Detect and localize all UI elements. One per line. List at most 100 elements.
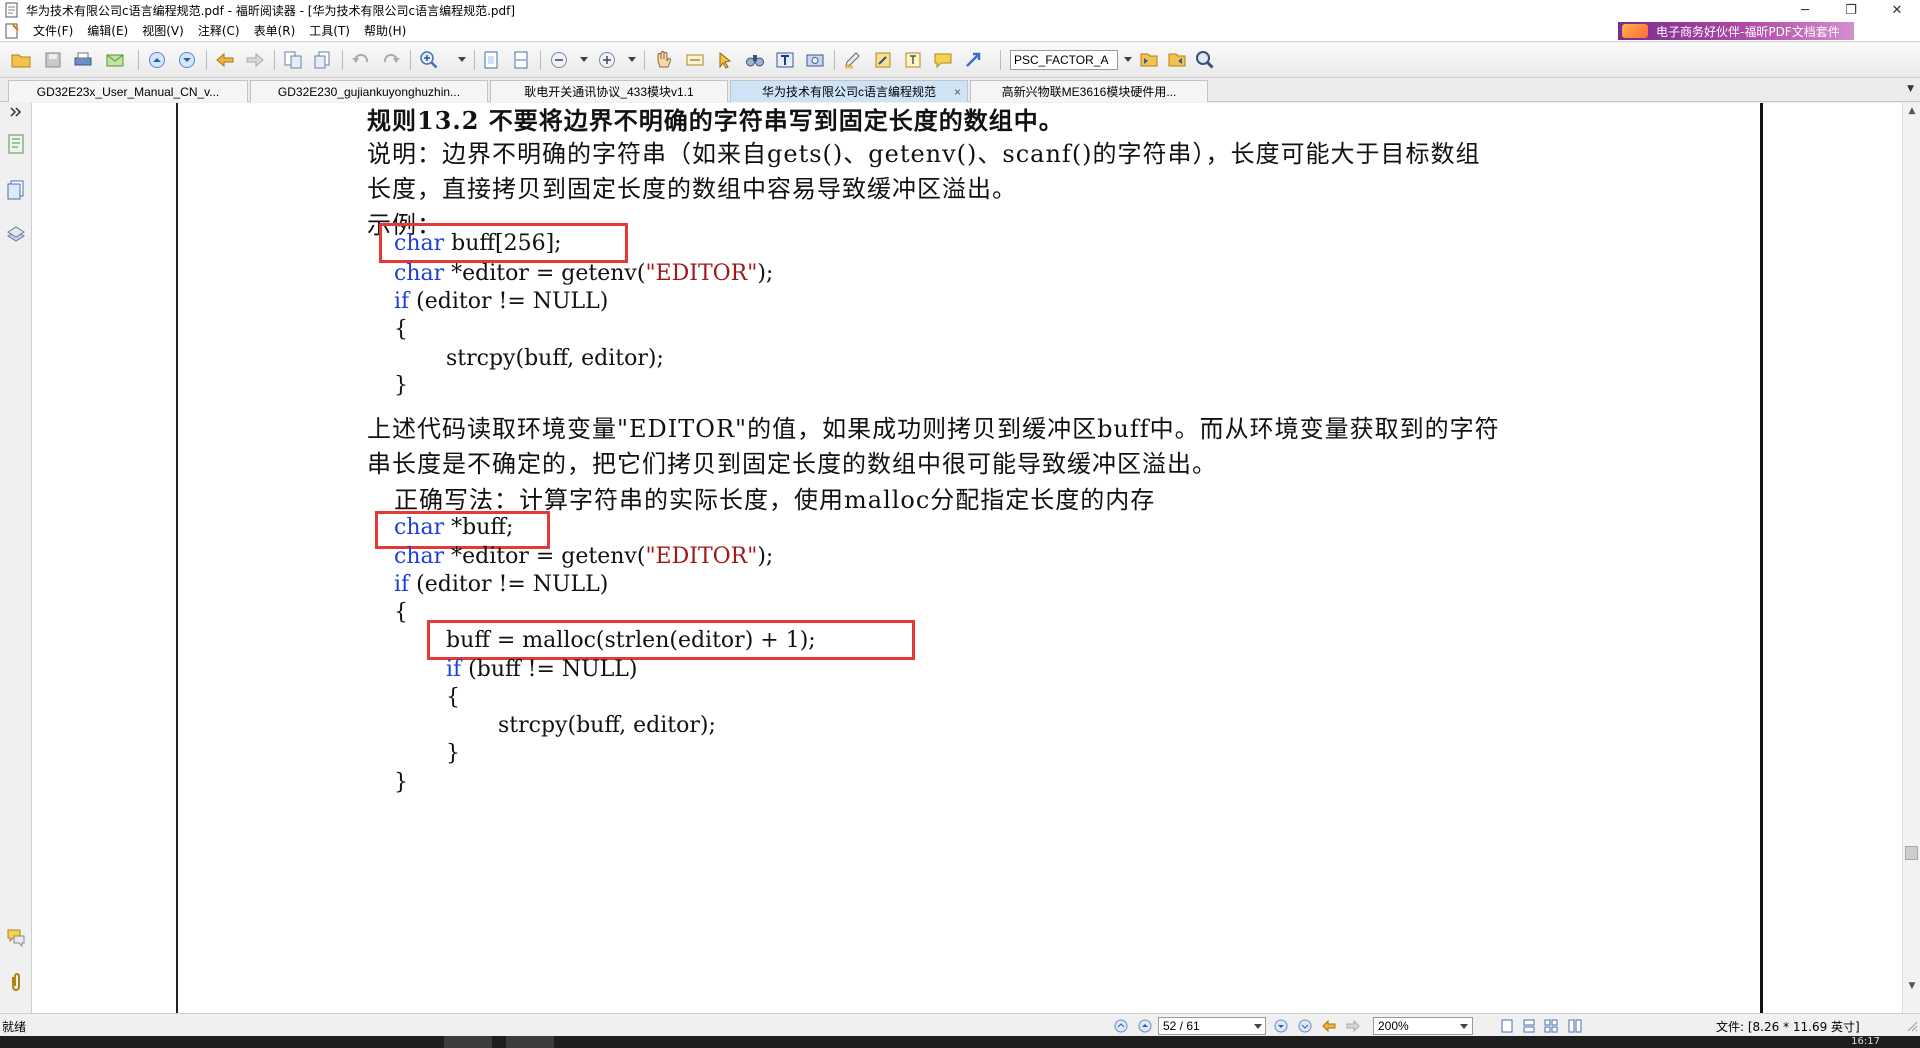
foxit-app-icon (5, 2, 18, 18)
code-line: char *editor = getenv("EDITOR"); (394, 261, 774, 286)
bookmarks-panel-icon[interactable] (5, 133, 27, 155)
zoom-plus-dropdown-icon[interactable] (628, 57, 636, 62)
email-icon[interactable] (104, 49, 126, 71)
attachments-panel-icon[interactable] (5, 971, 27, 993)
restore-button[interactable]: ❐ (1828, 0, 1874, 20)
zoom-out-icon[interactable] (548, 49, 570, 71)
expand-panel-icon[interactable] (5, 105, 27, 119)
two-page-view-icon[interactable] (1568, 1019, 1582, 1033)
go-back-icon[interactable] (1322, 1019, 1336, 1033)
forward-arrow-icon[interactable] (244, 49, 266, 71)
advanced-search-icon[interactable] (1194, 49, 1216, 71)
menu-help[interactable]: 帮助(H) (357, 22, 413, 39)
code-line: { (394, 317, 408, 342)
zoom-dropdown-icon[interactable] (458, 57, 466, 62)
menu-view[interactable]: 视图(V) (135, 22, 191, 39)
page-size-text: 文件: [8.26 * 11.69 英寸] (1716, 1020, 1860, 1034)
find-binoculars-icon[interactable] (744, 49, 766, 71)
redo-icon[interactable] (380, 49, 402, 71)
code-line: } (446, 741, 460, 766)
find-next-icon[interactable] (1166, 49, 1188, 71)
code-line: strcpy(buff, editor); (446, 346, 664, 371)
tab-list-dropdown-icon[interactable]: ▼ (1907, 84, 1914, 94)
title-bar: 华为技术有限公司c语言编程规范.pdf - 福昕阅读器 - [华为技术有限公司c… (0, 0, 1920, 20)
highlight-tool-icon[interactable] (842, 49, 864, 71)
go-forward-icon[interactable] (1346, 1019, 1360, 1033)
code-line: char buff[256]; (394, 231, 562, 256)
comments-panel-icon[interactable] (5, 926, 27, 948)
code-line: buff = malloc(strlen(editor) + 1); (446, 628, 816, 653)
menu-file[interactable]: 文件(F) (26, 22, 80, 39)
textbox-tool-icon[interactable] (902, 49, 924, 71)
rule-heading: 规则13.2 不要将边界不明确的字符串写到固定长度的数组中。 (367, 106, 1064, 135)
menu-edit[interactable]: 编辑(E) (80, 22, 135, 39)
tab-433-protocol[interactable]: 耿电开关通讯协议_433模块v1.1 (490, 80, 728, 102)
tab-gd32e23x-manual[interactable]: GD32E23x_User_Manual_CN_v... (8, 80, 248, 102)
status-bar: 就绪 文件: [8.26 * 11.69 英寸] (0, 1013, 1920, 1036)
tab-gd32e230-guide[interactable]: GD32E230_gujiankuyonghuzhin... (250, 80, 488, 102)
scroll-thumb[interactable] (1905, 846, 1918, 860)
undo-icon[interactable] (350, 49, 372, 71)
main-toolbar (0, 43, 1920, 78)
single-page-view-icon[interactable] (1500, 1019, 1514, 1033)
zoom-level-input[interactable] (1373, 1017, 1473, 1035)
extract-pages-icon[interactable] (282, 49, 304, 71)
explanation-line-1: 上述代码读取环境变量"EDITOR"的值，如果成功则拷贝到缓冲区buff中。而从… (367, 415, 1500, 443)
code-line: char *editor = getenv("EDITOR"); (394, 544, 774, 569)
page-number-input[interactable] (1158, 1017, 1266, 1035)
first-page-icon[interactable] (1114, 1019, 1128, 1033)
open-folder-icon[interactable] (10, 49, 32, 71)
pages-panel-icon[interactable] (5, 179, 27, 201)
previous-page-icon[interactable] (146, 49, 168, 71)
search-input[interactable] (1010, 50, 1118, 70)
banner-text: 电子商务好伙伴-福昕PDF文档套件 (1656, 24, 1840, 39)
previous-page-status-icon[interactable] (1138, 1019, 1152, 1033)
code-line: if (editor != NULL) (394, 572, 609, 597)
page-dropdown-icon[interactable] (1254, 1024, 1262, 1029)
menu-form[interactable]: 表单(R) (247, 22, 303, 39)
save-icon[interactable] (42, 49, 64, 71)
fit-width-icon[interactable] (510, 49, 532, 71)
code-line: strcpy(buff, editor); (498, 713, 716, 738)
typewriter-icon[interactable] (774, 49, 796, 71)
navigation-panel (0, 103, 32, 1013)
zoom-out-dropdown-icon[interactable] (580, 57, 588, 62)
fit-page-icon[interactable] (480, 49, 502, 71)
document-view[interactable]: 规则13.2 不要将边界不明确的字符串写到固定长度的数组中。 说明：边界不明确的… (32, 103, 1902, 1013)
zoom-in-icon[interactable] (418, 49, 440, 71)
menu-comment[interactable]: 注释(C) (191, 22, 247, 39)
last-page-icon[interactable] (1298, 1019, 1312, 1033)
facing-view-icon[interactable] (1544, 1019, 1558, 1033)
close-tab-icon[interactable]: × (954, 85, 961, 99)
close-window-button[interactable]: ✕ (1874, 0, 1920, 20)
select-text-icon[interactable] (684, 49, 706, 71)
resize-grip-icon[interactable] (1904, 1018, 1918, 1032)
layers-panel-icon[interactable] (5, 223, 27, 245)
next-page-icon[interactable] (176, 49, 198, 71)
promo-banner[interactable]: 电子商务好伙伴-福昕PDF文档套件 (1618, 22, 1854, 40)
back-arrow-icon[interactable] (214, 49, 236, 71)
tab-huawei-c-standard[interactable]: 华为技术有限公司c语言编程规范 × (730, 80, 968, 102)
code-line: if (editor != NULL) (394, 289, 609, 314)
scroll-down-icon[interactable]: ▼ (1903, 978, 1920, 994)
arrow-annotation-icon[interactable] (962, 49, 984, 71)
find-previous-icon[interactable] (1138, 49, 1160, 71)
note-comment-icon[interactable] (932, 49, 954, 71)
arrow-select-icon[interactable] (714, 49, 736, 71)
continuous-view-icon[interactable] (1522, 1019, 1536, 1033)
zoom-level-dropdown-icon[interactable] (1460, 1024, 1468, 1029)
tab-me3616-hardware[interactable]: 高新兴物联ME3616模块硬件用... (970, 80, 1208, 102)
minimize-button[interactable]: ─ (1782, 0, 1828, 20)
next-page-status-icon[interactable] (1274, 1019, 1288, 1033)
insert-pages-icon[interactable] (312, 49, 334, 71)
zoom-plus-icon[interactable] (596, 49, 618, 71)
search-dropdown-icon[interactable] (1124, 57, 1132, 62)
scroll-up-icon[interactable]: ▲ (1903, 103, 1920, 119)
hand-tool-icon[interactable] (652, 49, 674, 71)
document-menu-icon[interactable] (4, 23, 20, 39)
pencil-tool-icon[interactable] (872, 49, 894, 71)
menu-tools[interactable]: 工具(T) (302, 22, 357, 39)
print-icon[interactable] (72, 49, 94, 71)
snapshot-icon[interactable] (804, 49, 826, 71)
vertical-scrollbar[interactable]: ▲ ▼ (1902, 103, 1920, 1013)
